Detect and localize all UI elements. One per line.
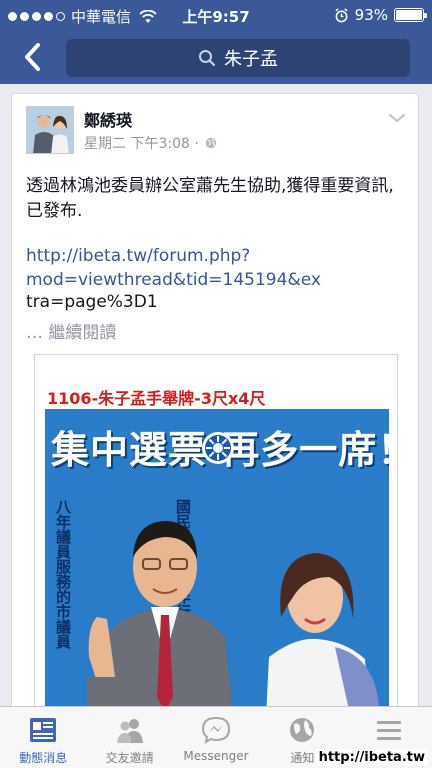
battery-fill (396, 10, 423, 20)
chevron-left-icon (25, 43, 40, 71)
news-feed-icon (30, 718, 57, 742)
tab-friends[interactable]: 交友邀請 (86, 707, 172, 768)
watermark: http://ibeta.tw (315, 749, 428, 766)
post-card: 鄭綉瑛 星期二 下午3:08 · 透過林鴻池委員辦公室蕭先生協助,獲得重要資訊,… (11, 93, 419, 723)
status-bar: 中華電信 上午9:57 93% (0, 0, 432, 30)
back-button[interactable] (12, 38, 52, 76)
post-body: 透過林鴻池委員辦公室蕭先生協助,獲得重要資訊,已發布. (26, 176, 394, 221)
search-icon (199, 50, 216, 67)
running-mate-photo (265, 553, 379, 722)
battery-icon (394, 8, 427, 22)
battery-percent: 93% (354, 6, 388, 24)
candidate-photo (87, 521, 234, 722)
friends-icon (116, 719, 143, 743)
avatar-image (27, 107, 73, 153)
tab-label-news-feed: 動態消息 (19, 751, 68, 765)
see-more-link[interactable]: … 繼續閱讀 (26, 318, 116, 343)
post-meta: 星期二 下午3:08 · (84, 133, 217, 153)
poster-heading: 1106-朱子孟手舉牌-3尺x4尺 (47, 389, 266, 408)
alarm-icon (335, 7, 348, 22)
post-timestamp[interactable]: 星期二 下午3:08 · (84, 133, 199, 153)
post-author[interactable]: 鄭綉瑛 (84, 107, 132, 131)
globe-icon (290, 718, 315, 742)
search-input[interactable]: 朱子孟 (66, 39, 410, 77)
post-link-line1[interactable]: http://ibeta.tw/forum.php? (26, 246, 250, 266)
nav-bar: 朱子孟 (0, 30, 432, 84)
poster-vertical-text-2: 八年議員服務的市議員 (54, 499, 72, 649)
tab-messenger[interactable]: Messenger (173, 707, 259, 768)
chevron-down-icon[interactable] (388, 112, 406, 124)
menu-icon (376, 721, 401, 740)
post-link-line2[interactable]: mod=viewthread&tid=145194&ex (26, 270, 321, 290)
party-emblem-icon (202, 432, 234, 464)
tab-label-messenger: Messenger (183, 749, 249, 763)
search-query: 朱子孟 (224, 49, 278, 70)
tab-label-notifications: 通知 (290, 751, 315, 765)
tab-news-feed[interactable]: 動態消息 (0, 707, 86, 768)
messenger-icon (202, 716, 231, 745)
post-link[interactable]: http://ibeta.tw/forum.php? mod=viewthrea… (26, 244, 410, 292)
globe-icon (205, 137, 216, 149)
tab-label-friends: 交友邀請 (105, 751, 154, 765)
post-image[interactable]: 1106-朱子孟手舉牌-3尺x4尺 集中選票 再多一席！ 八年議員服務的市議員 … (34, 354, 398, 722)
post-link-line3: tra=page%3D1 (26, 292, 158, 312)
campaign-poster: 集中選票 再多一席！ 八年議員服務的市議員 國民黨唯一四年行政經驗 (45, 409, 389, 722)
avatar[interactable] (26, 106, 74, 154)
status-right: 93% (334, 6, 427, 24)
